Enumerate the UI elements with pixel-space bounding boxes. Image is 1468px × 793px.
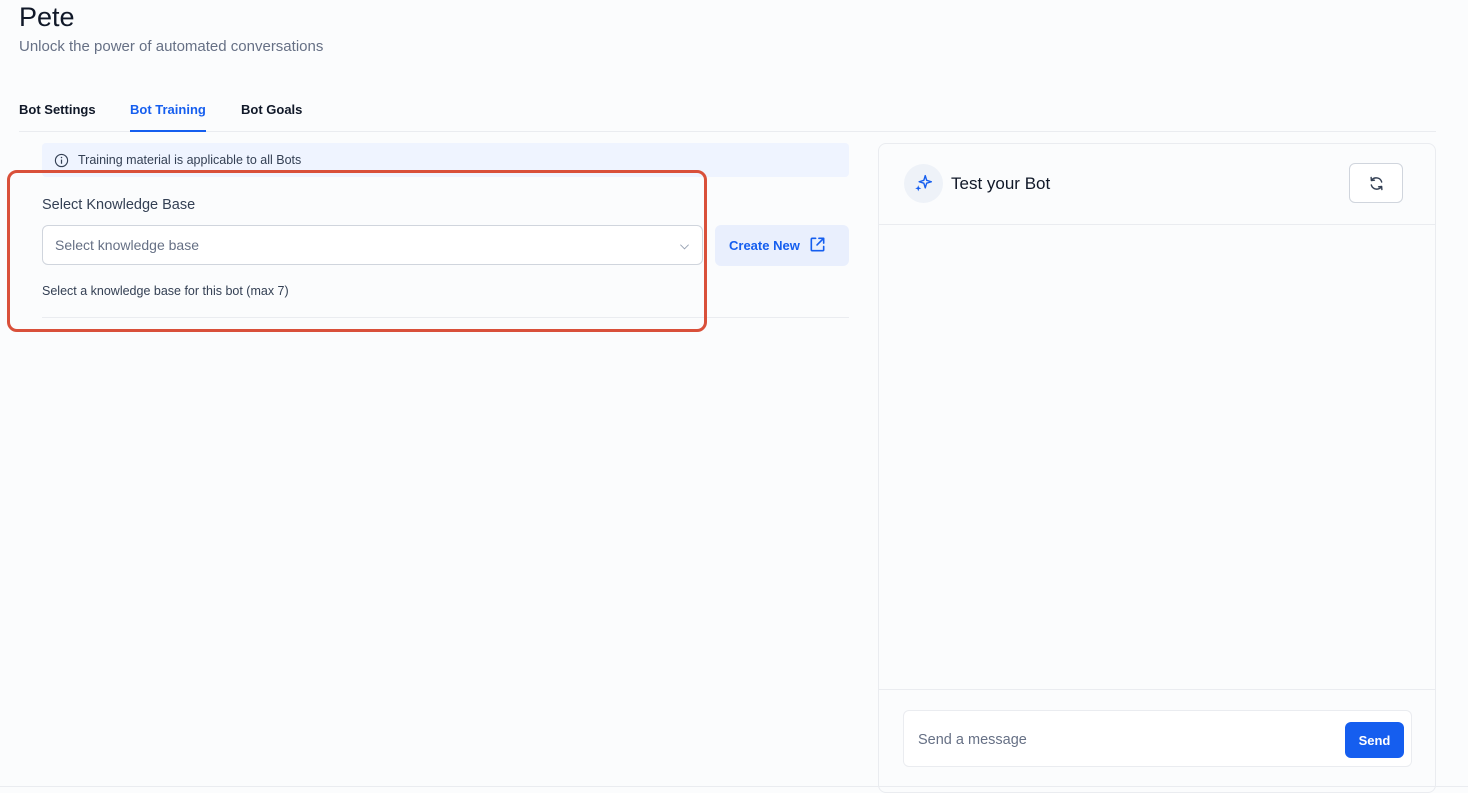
sparkle-badge bbox=[904, 164, 943, 203]
page-title: Pete bbox=[19, 2, 75, 32]
test-panel-header: Test your Bot bbox=[879, 144, 1435, 225]
chevron-down-icon bbox=[680, 244, 689, 250]
tab-bot-training[interactable]: Bot Training bbox=[130, 101, 206, 132]
section-divider bbox=[42, 317, 849, 318]
create-new-button[interactable]: Create New bbox=[715, 225, 849, 266]
tab-bot-goals[interactable]: Bot Goals bbox=[241, 101, 302, 130]
tab-bot-settings[interactable]: Bot Settings bbox=[19, 101, 96, 130]
tab-bar: Bot Settings Bot Training Bot Goals bbox=[19, 99, 1436, 132]
knowledge-base-placeholder: Select knowledge base bbox=[55, 237, 199, 253]
knowledge-base-label: Select Knowledge Base bbox=[42, 197, 196, 213]
knowledge-base-select[interactable]: Select knowledge base bbox=[42, 225, 703, 265]
send-button[interactable]: Send bbox=[1345, 722, 1404, 758]
create-new-label: Create New bbox=[729, 238, 800, 253]
training-notice: Training material is applicable to all B… bbox=[42, 143, 849, 177]
message-composer: Send bbox=[903, 710, 1412, 767]
message-input[interactable] bbox=[916, 721, 1320, 759]
composer-divider bbox=[879, 689, 1435, 690]
external-link-icon bbox=[810, 237, 825, 252]
knowledge-base-helper: Select a knowledge base for this bot (ma… bbox=[42, 284, 289, 298]
page-subtitle: Unlock the power of automated conversati… bbox=[19, 38, 324, 55]
notice-text: Training material is applicable to all B… bbox=[78, 153, 302, 167]
test-bot-panel: Test your Bot Send bbox=[878, 143, 1436, 793]
info-icon bbox=[54, 153, 69, 168]
chat-area[interactable] bbox=[879, 225, 1435, 689]
refresh-button[interactable] bbox=[1349, 163, 1403, 203]
sparkle-icon bbox=[915, 174, 933, 192]
test-panel-title: Test your Bot bbox=[951, 174, 1051, 193]
bottom-divider bbox=[0, 786, 1468, 787]
refresh-icon bbox=[1370, 176, 1383, 191]
